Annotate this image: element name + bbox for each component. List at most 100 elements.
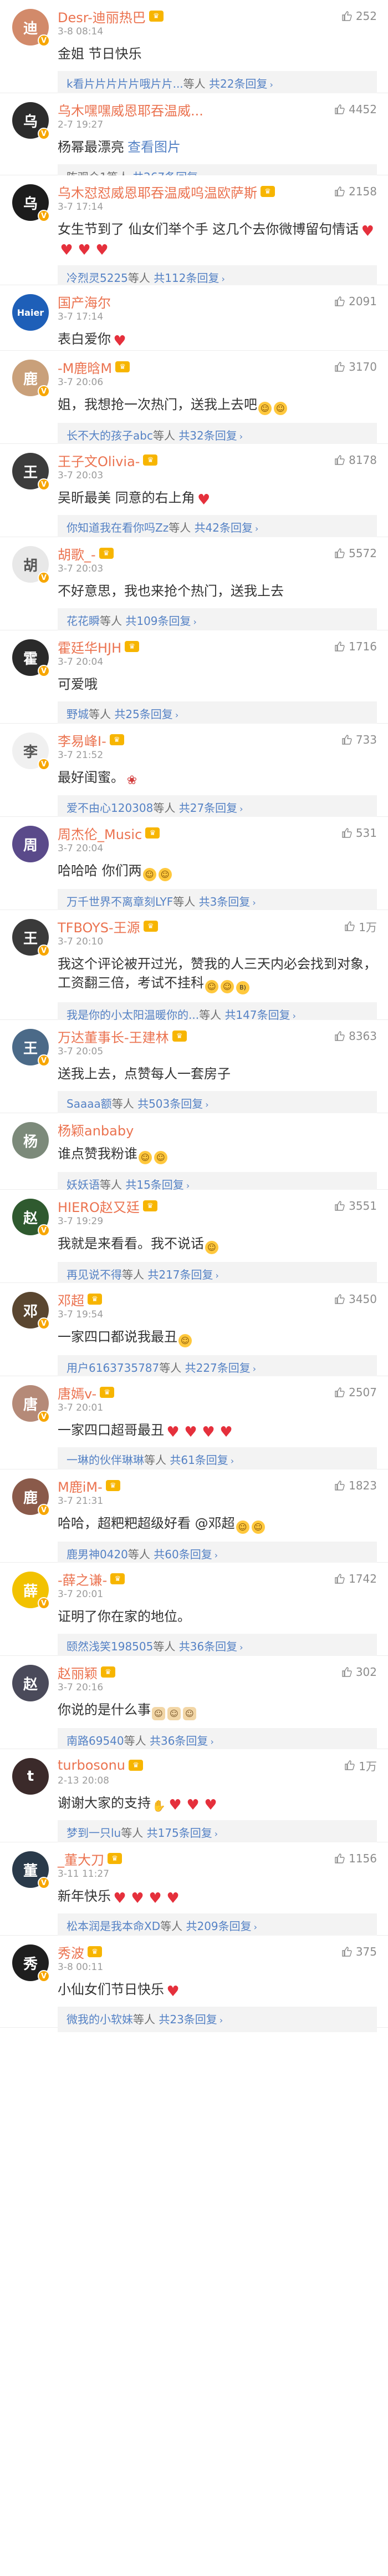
- avatar[interactable]: 霍V: [12, 639, 50, 677]
- comment-item[interactable]: 赵 V HIERO赵又廷 ♛ 3551 3-7 19:29 我就是来看看。我不说话 ☺ 再见说不…: [0, 1190, 388, 1287]
- comment-item[interactable]: 杨杨颖anbaby 谁点赞我粉谁 ☺ ☺ 妖妖语等人 共15条回复 ›: [0, 1113, 388, 1198]
- username-link[interactable]: 周杰伦_Music: [58, 824, 142, 843]
- reply-count-link[interactable]: 共42条回复: [195, 521, 253, 534]
- like-button[interactable]: 8363: [334, 1029, 377, 1043]
- username-link[interactable]: 国产海尔: [58, 292, 111, 311]
- reply-count-link[interactable]: 共227条回复: [185, 1361, 251, 1375]
- avatar[interactable]: 赵V: [12, 1199, 50, 1236]
- comment-item[interactable]: 王 V TFBOYS-王源 ♛ 1万 3-7 20:10 我这个评论被开过光，赞我的人三天内…: [0, 910, 388, 1028]
- reply-user-link[interactable]: 再见说不得: [67, 1268, 122, 1281]
- comment-item[interactable]: 乌V乌木嘿嘿威恩耶吞温威...44522-7 19:27杨幂最漂亮查看图片陈观众…: [0, 93, 388, 190]
- reply-count-link[interactable]: 共23条回复: [159, 2013, 217, 2026]
- avatar[interactable]: 胡V: [12, 546, 50, 584]
- view-image-link[interactable]: 查看图片: [127, 139, 181, 155]
- like-button[interactable]: 2507: [334, 1386, 377, 1399]
- like-button[interactable]: 531: [341, 826, 377, 840]
- avatar[interactable]: 王V: [12, 453, 50, 491]
- reply-count-link[interactable]: 共503条回复: [137, 1097, 203, 1110]
- reply-count-link[interactable]: 共36条回复: [150, 1734, 208, 1747]
- like-button[interactable]: 3170: [334, 360, 377, 373]
- username-link[interactable]: _董大刀: [58, 1849, 104, 1868]
- comment-item[interactable]: 李 V 李易峰I- ♛ 733 3-7 21:52 最好闺蜜。 ❀ 爱不由心120308等人 共…: [0, 724, 388, 821]
- reply-count-link[interactable]: 共209条回复: [186, 1920, 251, 1933]
- reply-user-link[interactable]: 颐然浅笑198505: [67, 1640, 153, 1653]
- reply-user-link[interactable]: 野城: [67, 708, 89, 721]
- like-button[interactable]: 2158: [334, 185, 377, 198]
- like-button[interactable]: 1万: [344, 918, 377, 935]
- like-button[interactable]: 1742: [334, 1572, 377, 1585]
- like-button[interactable]: 1156: [334, 1852, 377, 1865]
- username-link[interactable]: -薛之谦-: [58, 1569, 107, 1589]
- avatar[interactable]: 周: [12, 826, 49, 862]
- avatar[interactable]: 唐V: [12, 1385, 50, 1423]
- like-button[interactable]: 252: [341, 9, 377, 23]
- like-button[interactable]: 8178: [334, 453, 377, 467]
- username-link[interactable]: TFBOYS-王源: [58, 917, 140, 936]
- avatar[interactable]: 邓V: [12, 1292, 50, 1330]
- reply-count-link[interactable]: 共32条回复: [178, 429, 237, 442]
- username-link[interactable]: 万达董事长-王建林: [58, 1027, 169, 1046]
- comment-item[interactable]: 唐 V 唐嫣v- ♛ 2507 3-7 20:01 一家四口超哥最丑 ♥ ♥ ♥ ♥ 一琳的伙伴琳琳等…: [0, 1376, 388, 1473]
- avatar[interactable]: t: [12, 1758, 49, 1795]
- avatar[interactable]: 王V: [12, 1029, 50, 1067]
- reply-user-link[interactable]: 一琳的伙伴琳琳: [67, 1453, 144, 1467]
- like-button[interactable]: 2091: [334, 295, 377, 308]
- avatar[interactable]: 董V: [12, 1851, 50, 1889]
- reply-count-link[interactable]: 共36条回复: [179, 1640, 237, 1653]
- comment-item[interactable]: 鹿 V -M鹿晗M ♛ 3170 3-7 20:06 姐，我想抢一次热门，送我上去吧 ☺ ☺ 长不…: [0, 351, 388, 448]
- comment-item[interactable]: 王 V 万达董事长-王建林 ♛ 8363 3-7 20:05 送我上去，点赞每人一套房子 Sa…: [0, 1020, 388, 1117]
- comment-item[interactable]: 周周杰伦_Music ♛ 531 3-7 20:04 哈哈哈 你们两 ☺ ☺ 万千世界不离章刻…: [0, 817, 388, 915]
- comment-item[interactable]: 胡 V 胡歌_- ♛ 5572 3-7 20:03 不好意思，我也来抢个热门，送我上去 花花瞬…: [0, 537, 388, 634]
- avatar[interactable]: 薛V: [12, 1572, 50, 1609]
- username-link[interactable]: 乌木怼怼威恩耶吞温威呜温欧萨斯: [58, 182, 257, 201]
- comment-item[interactable]: 乌 V 乌木怼怼威恩耶吞温威呜温欧萨斯 ♛ 2158 3-7 17:14 女生节到了 仙女们…: [0, 175, 388, 291]
- reply-user-link[interactable]: 梦到一只lu: [67, 1826, 121, 1840]
- like-button[interactable]: 5572: [334, 547, 377, 560]
- reply-count-link[interactable]: 共27条回复: [179, 801, 237, 815]
- reply-user-link[interactable]: 用户6163735787: [67, 1361, 159, 1375]
- username-link[interactable]: 胡歌_-: [58, 544, 96, 563]
- reply-user-link[interactable]: 长不大的孩子abc: [67, 429, 153, 442]
- username-link[interactable]: 杨颖anbaby: [58, 1120, 134, 1139]
- reply-count-link[interactable]: 共109条回复: [125, 614, 191, 628]
- username-link[interactable]: -M鹿晗M: [58, 357, 112, 377]
- username-link[interactable]: 霍廷华HJH: [58, 637, 121, 656]
- username-link[interactable]: 李易峰I-: [58, 730, 106, 750]
- username-link[interactable]: turbosonu: [58, 1757, 125, 1773]
- like-button[interactable]: 733: [341, 733, 377, 746]
- reply-count-link[interactable]: 共112条回复: [154, 271, 219, 285]
- comment-item[interactable]: 赵赵丽颖 ♛ 302 3-7 20:16 你说的是什么事 ☺ ☺ ☺ 南路69540等人 共36…: [0, 1656, 388, 1754]
- like-button[interactable]: 375: [341, 1945, 377, 1958]
- username-link[interactable]: 王子文Olivia-: [58, 451, 140, 470]
- comment-item[interactable]: 霍 V 霍廷华HJH ♛ 1716 3-7 20:04 可爱哦 野城等人 共25条回复 ›: [0, 630, 388, 727]
- username-link[interactable]: HIERO赵又廷: [58, 1196, 140, 1216]
- reply-user-link[interactable]: 花花瞬: [67, 614, 100, 628]
- username-link[interactable]: 赵丽颖: [58, 1663, 98, 1682]
- avatar[interactable]: 李V: [12, 733, 50, 770]
- like-button[interactable]: 3551: [334, 1199, 377, 1213]
- reply-count-link[interactable]: 共61条回复: [170, 1453, 228, 1467]
- reply-user-link[interactable]: Saaaa额: [67, 1097, 112, 1110]
- avatar[interactable]: 王V: [12, 919, 50, 957]
- reply-count-link[interactable]: 共175条回复: [147, 1826, 212, 1840]
- reply-summary[interactable]: 微我的小软妹等人 共23条回复 ›: [58, 2007, 377, 2032]
- reply-user-link[interactable]: 你知道我在看你吗Zz: [67, 521, 169, 534]
- avatar[interactable]: 乌V: [12, 184, 50, 222]
- reply-user-link[interactable]: 冷烈灵5225: [67, 271, 128, 285]
- username-link[interactable]: M鹿iM-: [58, 1476, 103, 1496]
- comment-item[interactable]: 鹿 V M鹿iM- ♛ 1823 3-7 21:31 哈哈，超粑粑超级好看 @邓超 ☺ ☺ 鹿男神…: [0, 1469, 388, 1567]
- avatar[interactable]: 鹿V: [12, 1478, 50, 1516]
- reply-user-link[interactable]: 南路69540: [67, 1734, 124, 1747]
- like-button[interactable]: 3450: [334, 1292, 377, 1306]
- reply-user-link[interactable]: 微我的小软妹: [67, 2013, 133, 2026]
- like-button[interactable]: 1823: [334, 1479, 377, 1492]
- reply-user-link[interactable]: k看片片片片片哦片片...: [67, 77, 183, 90]
- avatar[interactable]: Haier: [12, 294, 49, 331]
- avatar[interactable]: 乌V: [12, 102, 50, 140]
- avatar[interactable]: 杨: [12, 1122, 49, 1159]
- avatar[interactable]: 鹿V: [12, 360, 50, 397]
- reply-user-link[interactable]: 松本润是我本命XD: [67, 1920, 160, 1933]
- comment-item[interactable]: 邓 V 邓超 ♛ 3450 3-7 19:54 一家四口都说我最丑 ☺ 用户6163735787…: [0, 1283, 388, 1381]
- avatar[interactable]: 秀V: [12, 1944, 50, 1982]
- like-button[interactable]: 1716: [334, 640, 377, 653]
